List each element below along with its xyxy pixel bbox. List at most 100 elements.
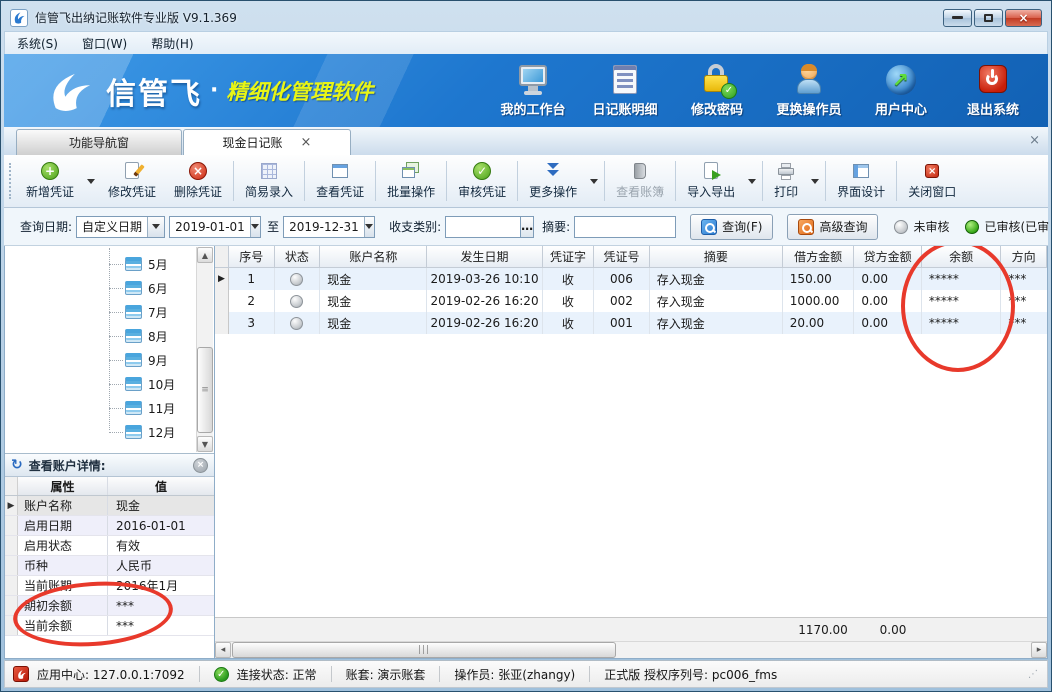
add-voucher-button[interactable]: + 新增凭证 [17, 155, 83, 207]
tree-item-month[interactable]: 9月 [109, 348, 175, 372]
debit-total: 1170.00 [787, 623, 859, 637]
edit-voucher-icon [123, 162, 141, 180]
tabstrip-close-icon[interactable]: × [1029, 133, 1040, 148]
print-button[interactable]: 打印 [765, 155, 807, 207]
more-actions-button[interactable]: 更多操作 [520, 155, 586, 207]
view-voucher-button[interactable]: 查看凭证 [307, 155, 373, 207]
tree-item-month[interactable]: 5月 [109, 252, 175, 276]
brand-swoosh-icon [44, 70, 98, 112]
refresh-icon[interactable]: ↻ [11, 457, 23, 473]
banner-action-exit[interactable]: 退出系统 [952, 64, 1034, 118]
journal-row[interactable]: ▶ 1 现金 2019-03-26 10:10 收 006 存入现金 150.0… [215, 268, 1047, 290]
connection-ok-icon: ✓ [214, 667, 229, 682]
view-voucher-icon [331, 162, 349, 180]
switch-operator-icon [792, 64, 826, 96]
unaudited-status-icon [894, 220, 908, 234]
details-close-icon[interactable]: × [193, 458, 208, 473]
scroll-right-icon[interactable]: ▸ [1031, 642, 1047, 658]
date-to-select[interactable]: 2019-12-31 [283, 216, 375, 238]
details-row[interactable]: 期初余额 *** [5, 596, 214, 616]
import-export-dropdown-icon[interactable] [748, 179, 756, 184]
details-row[interactable]: 启用日期 2016-01-01 [5, 516, 214, 536]
more-actions-chevron-icon [544, 162, 562, 180]
details-row[interactable]: 币种 人民币 [5, 556, 214, 576]
search-button[interactable]: 查询(F) [690, 214, 773, 240]
brand-tagline: 精细化管理软件 [226, 76, 373, 106]
audited-status-icon [965, 220, 979, 234]
category-ellipsis-button[interactable]: … [521, 216, 534, 238]
tab-cash-journal[interactable]: 现金日记账 × [183, 129, 351, 155]
app-logo-icon [10, 9, 28, 27]
advanced-search-button[interactable]: 高级查询 [787, 214, 878, 240]
unaudited-status-icon [290, 317, 303, 330]
journal-row[interactable]: 3 现金 2019-02-26 16:20 收 001 存入现金 20.00 0… [215, 312, 1047, 334]
tab-function-nav[interactable]: 功能导航窗 [16, 129, 182, 155]
category-input[interactable] [445, 216, 521, 238]
import-export-button[interactable]: 导入导出 [678, 155, 744, 207]
calendar-month-icon [125, 281, 142, 295]
tree-item-month[interactable]: 8月 [109, 324, 175, 348]
banner-action-journal-detail[interactable]: 日记账明细 [584, 64, 666, 118]
advanced-search-icon [798, 219, 814, 235]
chevron-down-icon[interactable] [250, 217, 260, 237]
batch-operation-button[interactable]: 批量操作 [378, 155, 444, 207]
query-date-label: 查询日期: [20, 218, 72, 235]
menu-help[interactable]: 帮助(H) [139, 32, 205, 55]
banner-action-user-center[interactable]: ↗ 用户中心 [860, 64, 942, 118]
tree-item-month[interactable]: 12月 [109, 420, 175, 444]
print-dropdown-icon[interactable] [811, 179, 819, 184]
horizontal-scrollbar[interactable]: ◂ ||| ▸ [215, 641, 1047, 658]
import-export-icon [702, 162, 720, 180]
tree-item-month[interactable]: 6月 [109, 276, 175, 300]
menu-window[interactable]: 窗口(W) [70, 32, 139, 55]
chevron-down-icon[interactable] [364, 217, 374, 237]
calendar-month-icon [125, 257, 142, 271]
tree-item-month[interactable]: 7月 [109, 300, 175, 324]
banner-action-workstation[interactable]: 我的工作台 [492, 64, 574, 118]
tree-item-month[interactable]: 10月 [109, 372, 175, 396]
details-col-prop: 属性 [18, 477, 108, 495]
date-from-select[interactable]: 2019-01-01 [169, 216, 261, 238]
minimize-button[interactable] [943, 9, 972, 27]
summary-label: 摘要: [542, 218, 570, 235]
toolbar-grip[interactable] [9, 163, 14, 199]
details-row[interactable]: 启用状态 有效 [5, 536, 214, 556]
close-button[interactable]: × [1005, 9, 1042, 27]
credit-total: 0.00 [859, 623, 927, 637]
easy-entry-button[interactable]: 简易录入 [236, 155, 302, 207]
month-tree-panel: 5月 6月 7月 8月 9月 10月 11月 12月 ▲ ≡ ▼ [5, 246, 214, 454]
details-row[interactable]: ▶ 账户名称 现金 [5, 496, 214, 516]
summary-input[interactable] [574, 216, 676, 238]
title-bar: 信管飞出纳记账软件专业版 V9.1.369 × [4, 4, 1048, 31]
scroll-up-icon[interactable]: ▲ [197, 247, 213, 263]
ui-design-button[interactable]: 界面设计 [828, 155, 894, 207]
menu-system[interactable]: 系统(S) [5, 32, 70, 55]
more-actions-dropdown-icon[interactable] [590, 179, 598, 184]
chevron-down-icon[interactable] [147, 217, 164, 237]
scrollbar-thumb[interactable]: ||| [232, 642, 616, 658]
calendar-month-icon [125, 425, 142, 439]
audit-voucher-button[interactable]: ✓ 审核凭证 [449, 155, 515, 207]
add-voucher-dropdown-icon[interactable] [87, 179, 95, 184]
delete-voucher-button[interactable]: × 删除凭证 [165, 155, 231, 207]
tree-item-month[interactable]: 11月 [109, 396, 175, 420]
app-window: 信管飞出纳记账软件专业版 V9.1.369 × 系统(S) 窗口(W) 帮助(H… [0, 0, 1052, 692]
banner-action-change-password[interactable]: ✓ 修改密码 [676, 64, 758, 118]
restore-button[interactable] [974, 9, 1003, 27]
date-mode-select[interactable]: 自定义日期 [76, 216, 165, 238]
details-row[interactable]: 当前余额 *** [5, 616, 214, 636]
edit-voucher-button[interactable]: 修改凭证 [99, 155, 165, 207]
scrollbar-thumb[interactable]: ≡ [197, 347, 213, 433]
scroll-down-icon[interactable]: ▼ [197, 436, 213, 452]
scroll-left-icon[interactable]: ◂ [215, 642, 231, 658]
close-window-button[interactable]: × 关闭窗口 [899, 155, 965, 207]
current-row-marker: ▶ [215, 268, 229, 290]
tree-vertical-scrollbar[interactable]: ▲ ≡ ▼ [196, 247, 213, 452]
journal-row[interactable]: 2 现金 2019-02-26 16:20 收 002 存入现金 1000.00… [215, 290, 1047, 312]
banner-action-switch-operator[interactable]: 更换操作员 [768, 64, 850, 118]
unaudited-legend: 未审核 [894, 218, 949, 235]
details-row[interactable]: 当前账期 2016年1月 [5, 576, 214, 596]
account-details-title: 查看账户详情: [29, 457, 106, 474]
resize-grip[interactable]: ⋰ [1028, 669, 1039, 680]
tab-close-icon[interactable]: × [301, 135, 312, 150]
